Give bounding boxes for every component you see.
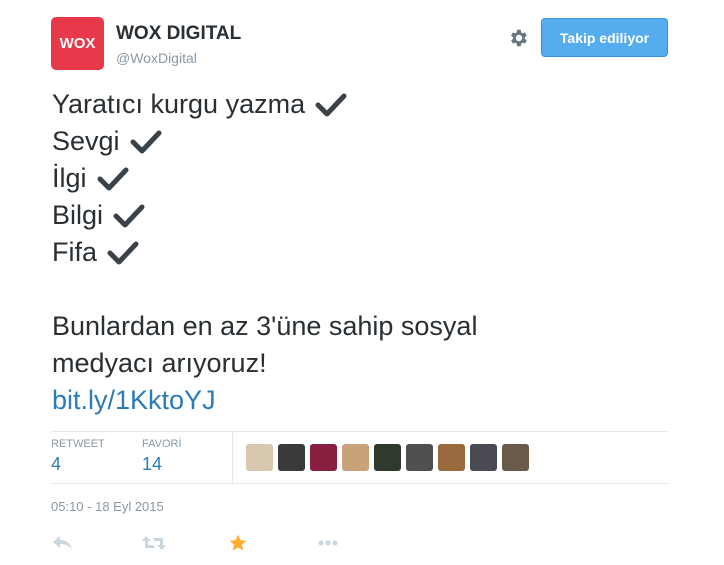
tweet-line: Fifa	[52, 234, 672, 271]
divider	[51, 483, 668, 484]
favoriter-avatar[interactable]	[502, 444, 529, 471]
tweet-line: Yaratıcı kurgu yazma	[52, 86, 672, 123]
checkmark-icon	[130, 130, 162, 153]
favoriter-avatar[interactable]	[374, 444, 401, 471]
tweet-timestamp[interactable]: 05:10 - 18 Eyl 2015	[51, 499, 164, 514]
tweet-line-text: Fifa	[52, 237, 98, 267]
account-avatar[interactable]: WOX	[51, 17, 104, 70]
tweet-line: Bilgi	[52, 197, 672, 234]
more-icon[interactable]	[316, 533, 340, 553]
tweet-text: Yaratıcı kurgu yazma Sevgi İlgi Bilgi Fi…	[52, 86, 672, 419]
account-handle[interactable]: @WoxDigital	[116, 50, 197, 66]
checkmark-icon	[107, 241, 139, 264]
favoriter-avatar[interactable]	[342, 444, 369, 471]
tweet-line-text: Yaratıcı kurgu yazma	[52, 89, 306, 119]
gear-icon[interactable]	[507, 27, 529, 49]
favorite-count[interactable]: 14	[142, 454, 162, 475]
checkmark-icon	[113, 204, 145, 227]
favoriter-avatar[interactable]	[470, 444, 497, 471]
retweet-icon[interactable]	[141, 533, 167, 553]
favorite-label: FAVORİ	[142, 438, 182, 450]
favoriter-avatar[interactable]	[278, 444, 305, 471]
tweet-line-text: Sevgi	[52, 126, 120, 156]
favorited-by-avatars	[246, 444, 529, 471]
reply-icon[interactable]	[51, 533, 75, 553]
tweet-line: İlgi	[52, 160, 672, 197]
tweet-line-text: Bilgi	[52, 200, 104, 230]
favoriter-avatar[interactable]	[406, 444, 433, 471]
favoriter-avatar[interactable]	[438, 444, 465, 471]
tweet-paragraph-line: medyacı arıyoruz!	[52, 348, 267, 378]
star-icon[interactable]	[226, 533, 250, 553]
following-button[interactable]: Takip ediliyor	[541, 18, 668, 57]
logo-text: WOX	[59, 35, 96, 52]
favoriter-avatar[interactable]	[246, 444, 273, 471]
account-name[interactable]: WOX DIGITAL	[116, 23, 241, 45]
divider	[51, 431, 668, 432]
checkmark-icon	[315, 93, 347, 116]
tweet-line-text: İlgi	[52, 163, 87, 193]
retweet-label: RETWEET	[51, 438, 105, 450]
divider	[232, 431, 233, 483]
tweet-link[interactable]: bit.ly/1KktoYJ	[52, 382, 216, 419]
retweet-count[interactable]: 4	[51, 454, 61, 475]
favoriter-avatar[interactable]	[310, 444, 337, 471]
tweet-paragraph-line: Bunlardan en az 3'üne sahip sosyal	[52, 311, 478, 341]
tweet-line: Sevgi	[52, 123, 672, 160]
checkmark-icon	[97, 167, 129, 190]
